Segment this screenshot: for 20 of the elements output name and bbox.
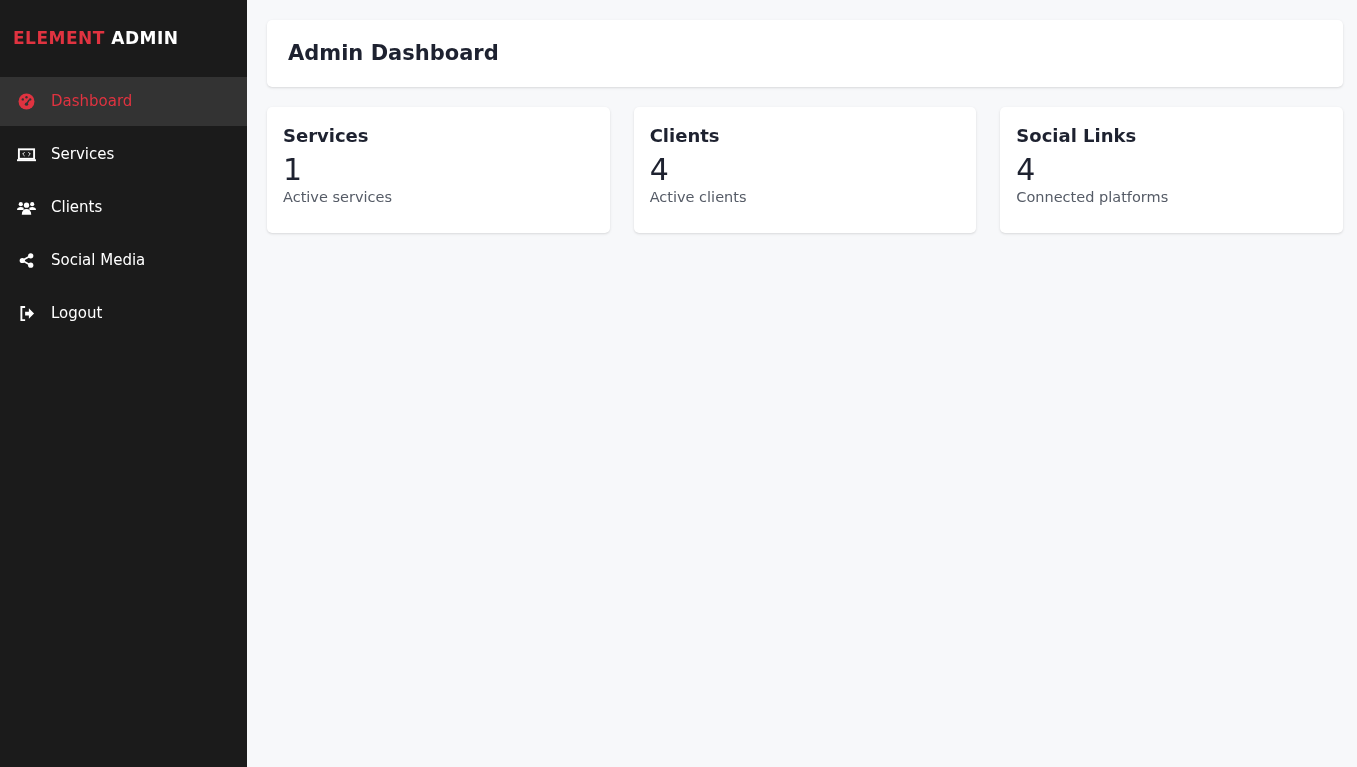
stat-caption: Active services: [283, 188, 393, 206]
logo: ELEMENT ADMIN: [13, 26, 179, 50]
sidebar-item[interactable]: Social Media: [0, 236, 247, 285]
card-title: Clients: [649, 124, 721, 148]
gauge-icon: [18, 93, 35, 110]
card-title: Social Links: [1016, 124, 1138, 148]
stat-caption: Active clients: [649, 188, 748, 206]
logout-icon: [18, 306, 35, 321]
page-title: Admin Dashboard: [288, 39, 499, 67]
sidebar-item[interactable]: Clients: [0, 183, 247, 232]
stat-value: 1: [283, 152, 304, 188]
stat-caption: Connected platforms: [1016, 188, 1170, 206]
laptop-icon: [17, 147, 36, 162]
stat-value: 4: [649, 152, 670, 188]
sidebar-item[interactable]: Services: [0, 130, 247, 179]
share-icon: [19, 253, 34, 268]
users-icon: [17, 200, 36, 215]
card-title: Services: [283, 124, 370, 148]
stat-value: 4: [1016, 152, 1037, 188]
sidebar-item[interactable]: Logout: [0, 289, 247, 338]
